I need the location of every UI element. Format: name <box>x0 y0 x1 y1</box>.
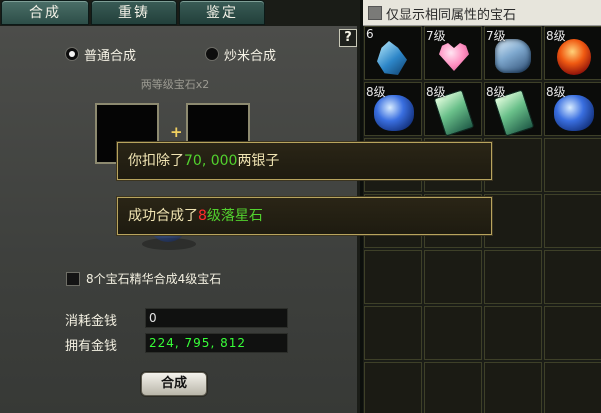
essence-option-label: 8个宝石精华合成4级宝石 <box>86 272 222 286</box>
deduct-notice: 你扣除了70, 000两银子 <box>117 142 492 180</box>
combine-hint: 两等级宝石x2 <box>140 78 210 91</box>
cost-value: 0 <box>145 308 288 328</box>
sapphire-icon <box>374 95 414 131</box>
inventory-slot[interactable] <box>484 138 542 192</box>
special-combine-option[interactable]: 炒米合成 <box>205 45 277 64</box>
deduct-prefix: 你扣除了 <box>128 153 184 169</box>
inventory-slot[interactable]: 8级 <box>544 82 601 136</box>
tab-identify[interactable]: 鉴定 <box>179 0 265 25</box>
inventory-slot[interactable] <box>484 362 542 413</box>
filter-bar: 仅显示相同属性的宝石 <box>363 0 601 26</box>
inventory-slot[interactable] <box>544 250 601 304</box>
gem-level-label: 7级 <box>486 29 506 43</box>
inventory-slot[interactable] <box>424 250 482 304</box>
inventory-slot[interactable] <box>364 250 422 304</box>
radio-unselected-icon[interactable] <box>205 47 219 61</box>
help-button[interactable]: ? <box>339 29 357 47</box>
inventory-slot[interactable]: 8级 <box>484 82 542 137</box>
inventory-slot[interactable] <box>364 362 422 413</box>
inventory-slot[interactable] <box>484 194 542 248</box>
inventory-slot[interactable]: 7级 <box>424 26 482 80</box>
red-gem-icon <box>557 39 591 75</box>
same-attribute-label: 仅显示相同属性的宝石 <box>386 8 517 23</box>
inventory-slot[interactable] <box>544 138 601 192</box>
ice-stone-icon <box>495 39 531 73</box>
pink-heart-gem-icon <box>439 43 469 71</box>
same-attribute-checkbox[interactable] <box>368 6 382 20</box>
normal-combine-option[interactable]: 普通合成 <box>65 45 137 64</box>
tab-recast[interactable]: 重铸 <box>91 0 177 25</box>
radio-selected-icon[interactable] <box>65 47 79 61</box>
owned-money-value: 224, 795, 812 <box>145 333 288 353</box>
gem-level-label: 8级 <box>486 85 506 99</box>
inventory-slot[interactable] <box>424 306 482 360</box>
gem-level-label: 7级 <box>426 29 446 43</box>
gem-level-label: 8级 <box>366 85 386 99</box>
tab-combine[interactable]: 合成 <box>1 0 89 25</box>
success-notice: 成功合成了8级落星石 <box>117 197 492 235</box>
inventory-slot[interactable] <box>544 306 601 360</box>
gem-level-label: 6 <box>366 27 374 41</box>
combine-button[interactable]: 合成 <box>141 372 207 396</box>
inventory-slot[interactable] <box>364 306 422 360</box>
success-level-unit: 级 <box>206 208 221 224</box>
success-level: 8 <box>198 208 207 224</box>
tab-bar: 合成 重铸 鉴定 <box>0 0 360 26</box>
special-combine-label: 炒米合成 <box>224 48 277 64</box>
inventory-slot[interactable] <box>484 250 542 304</box>
inventory-slot[interactable]: 8级 <box>544 26 601 80</box>
normal-combine-label: 普通合成 <box>84 48 137 64</box>
gem-level-label: 8级 <box>426 85 446 99</box>
inventory-slot[interactable] <box>544 362 601 413</box>
plus-icon: + <box>170 123 183 141</box>
inventory-slot[interactable]: 6 <box>364 26 422 80</box>
owned-money-label: 拥有金钱 <box>65 339 118 354</box>
essence-option[interactable]: 8个宝石精华合成4级宝石 <box>66 270 221 287</box>
success-prefix: 成功合成了 <box>128 208 198 224</box>
deduct-amount: 70, 000 <box>184 153 238 169</box>
inventory-slot[interactable]: 8级 <box>424 82 482 137</box>
success-item: 落星石 <box>220 208 263 224</box>
inventory-slot[interactable] <box>484 306 542 360</box>
inventory-slot[interactable]: 8级 <box>364 82 422 136</box>
deduct-suffix: 两银子 <box>237 153 280 169</box>
blue-crystal-icon <box>377 41 407 75</box>
essence-checkbox[interactable] <box>66 271 80 286</box>
cost-label: 消耗金钱 <box>65 314 118 329</box>
gem-level-label: 8级 <box>546 85 566 99</box>
gem-level-label: 8级 <box>546 29 566 43</box>
sapphire-icon <box>554 95 594 131</box>
inventory-slot[interactable]: 7级 <box>484 26 542 80</box>
inventory-slot[interactable] <box>544 194 601 248</box>
inventory-slot[interactable] <box>424 362 482 413</box>
